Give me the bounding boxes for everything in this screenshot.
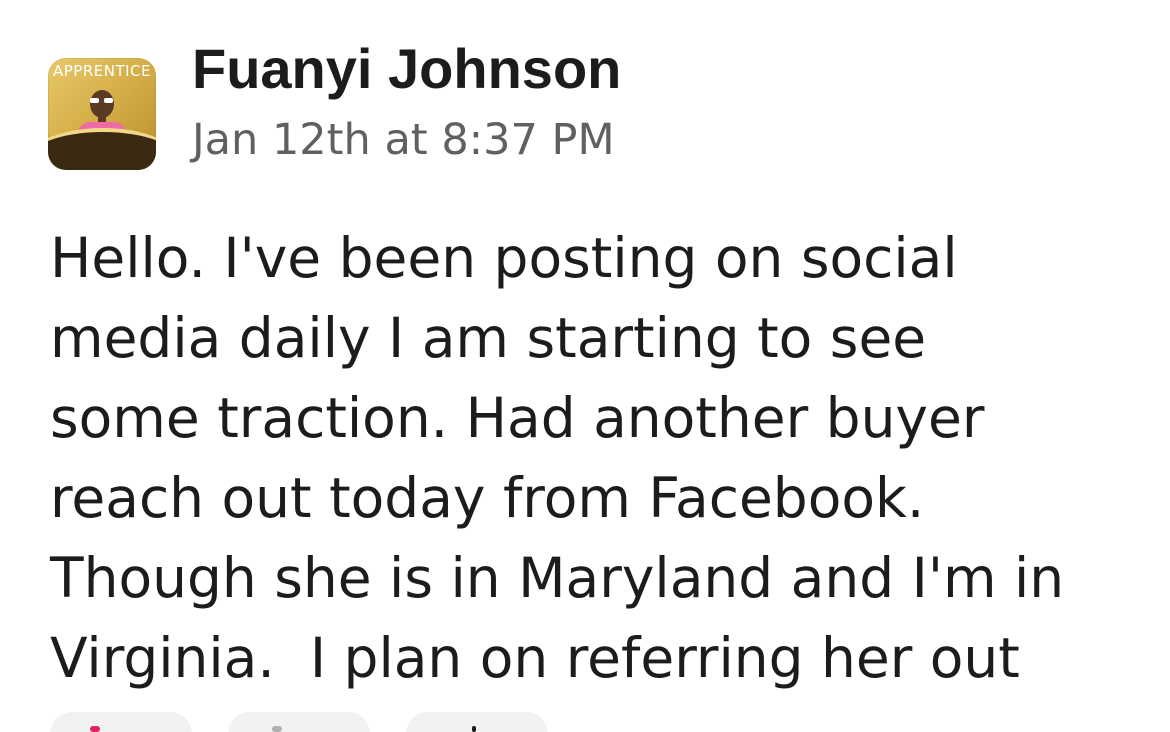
avatar-swoosh xyxy=(48,128,156,170)
message-body-line: reach out today from Facebook. xyxy=(50,466,925,530)
message-body-line: Hello. I've been posting on social xyxy=(50,226,958,290)
message-body-line: Though she is in Maryland and I'm in xyxy=(50,546,1065,610)
message: APPRENTICE Fuanyi Johnson Jan 12th at 8:… xyxy=(0,0,1170,732)
message-body: Hello. I've been posting on social media… xyxy=(50,218,1150,698)
avatar[interactable]: APPRENTICE xyxy=(48,58,156,170)
reaction-emoji-icon xyxy=(272,726,282,732)
add-reaction-icon xyxy=(472,726,476,732)
reaction-pill[interactable] xyxy=(228,712,370,732)
reaction-pill[interactable] xyxy=(50,712,192,732)
add-reaction-button[interactable] xyxy=(406,712,548,732)
message-timestamp[interactable]: Jan 12th at 8:37 PM xyxy=(192,110,615,170)
reaction-emoji-icon xyxy=(90,726,100,732)
message-body-line: Virginia. I plan on referring her out xyxy=(50,626,1020,690)
sender-name[interactable]: Fuanyi Johnson xyxy=(192,34,621,104)
message-body-line: some traction. Had another buyer xyxy=(50,386,985,450)
message-body-line: media daily I am starting to see xyxy=(50,306,927,370)
